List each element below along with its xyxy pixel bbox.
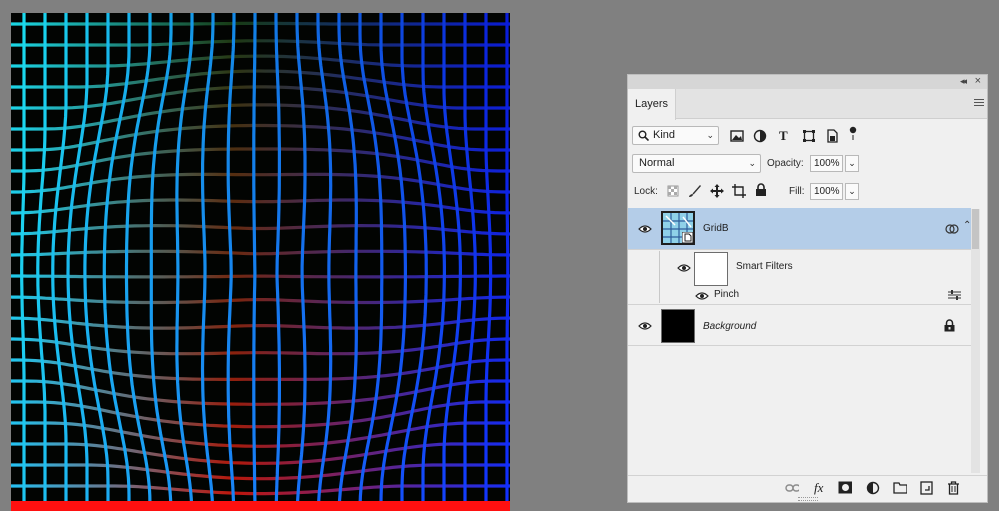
layer-lock-icon [944, 319, 955, 332]
smart-filter-options-icon[interactable] [945, 222, 959, 236]
smart-filters-visibility-eye-icon[interactable] [677, 263, 691, 273]
pixel-filter-icon[interactable] [730, 129, 744, 143]
smart-filter-mask-thumbnail[interactable] [694, 252, 728, 286]
layer-name-gridb[interactable]: GridB [703, 223, 729, 234]
fill-chevron-icon[interactable]: ⌄ [845, 183, 859, 200]
adjustment-layer-icon[interactable] [866, 481, 880, 495]
layers-panel: ◂◂ × Layers Kind ⌄ T Normal ⌄ Opacity: 1… [627, 74, 988, 503]
visibility-eye-icon[interactable] [638, 224, 652, 234]
layer-row-smart-filters[interactable]: Smart Filters Pinch [628, 251, 971, 303]
lock-artboard-icon[interactable] [732, 184, 746, 198]
new-group-icon[interactable] [893, 481, 907, 495]
filter-row: Kind ⌄ T [628, 125, 987, 147]
document-canvas[interactable] [11, 13, 510, 511]
delete-icon[interactable] [947, 481, 961, 495]
lock-row: Lock: Fill: 100% ⌄ [628, 181, 987, 203]
layer-thumbnail-background [661, 309, 695, 343]
filter-name-pinch[interactable]: Pinch [714, 289, 739, 300]
indent-guide [659, 251, 660, 303]
panel-menu-icon[interactable] [974, 99, 984, 108]
blend-mode-dropdown[interactable]: Normal ⌄ [632, 154, 761, 173]
lock-position-icon[interactable] [710, 184, 724, 198]
search-icon [638, 130, 649, 141]
grid-bottom-band [11, 501, 510, 511]
panel-resize-grip[interactable] [798, 497, 818, 501]
filter-blending-options-icon[interactable] [948, 289, 962, 303]
scrollbar-thumb[interactable] [972, 209, 979, 249]
layers-scrollbar[interactable] [971, 209, 980, 473]
shape-filter-icon[interactable] [802, 129, 816, 143]
background-visibility-eye-icon[interactable] [638, 321, 652, 331]
tab-layers[interactable]: Layers [628, 89, 676, 120]
lock-all-icon[interactable] [755, 183, 769, 197]
blend-row: Normal ⌄ Opacity: 100% ⌄ [628, 153, 987, 175]
lock-label: Lock: [634, 186, 658, 197]
smart-object-badge-icon [682, 232, 693, 243]
layer-row-gridb[interactable]: GridB ⌃ [628, 208, 971, 250]
layer-name-background[interactable]: Background [703, 321, 756, 332]
grid-vertical-line [252, 13, 257, 511]
opacity-label: Opacity: [767, 158, 804, 169]
layer-row-background[interactable]: Background [628, 304, 971, 346]
lock-transparent-pixels-icon[interactable] [667, 185, 681, 199]
add-mask-icon[interactable] [838, 481, 852, 495]
collapse-panel-icon[interactable]: ◂◂ [960, 76, 967, 87]
filter-kind-label: Kind [653, 129, 676, 141]
panel-tab-row: Layers [628, 89, 987, 120]
opacity-chevron-icon[interactable]: ⌄ [845, 155, 859, 172]
filter-kind-dropdown[interactable]: Kind ⌄ [632, 126, 719, 145]
fill-label: Fill: [789, 186, 805, 197]
adjustment-filter-icon[interactable] [753, 129, 767, 143]
smart-filters-label: Smart Filters [736, 261, 793, 272]
filter-toggle-icon[interactable] [847, 126, 861, 140]
lock-image-pixels-icon[interactable] [688, 184, 702, 198]
panel-title-bar[interactable]: ◂◂ × [628, 75, 987, 89]
chevron-down-icon: ⌄ [748, 158, 756, 168]
layers-footer: fx [628, 475, 987, 502]
chevron-down-icon: ⌄ [706, 130, 714, 140]
layer-thumbnail-gridb [661, 211, 695, 245]
blend-mode-value: Normal [639, 157, 675, 169]
close-panel-icon[interactable]: × [975, 75, 981, 87]
opacity-input[interactable]: 100% [810, 155, 843, 172]
type-filter-icon[interactable]: T [779, 128, 793, 143]
smart-object-filter-icon[interactable] [825, 129, 839, 143]
grid-vertical-line [505, 13, 510, 511]
link-layers-icon[interactable] [785, 481, 799, 495]
fx-icon[interactable]: fx [814, 480, 828, 495]
new-layer-icon[interactable] [920, 481, 934, 495]
pinch-visibility-eye-icon[interactable] [695, 291, 709, 301]
pinch-grid-image [11, 13, 510, 511]
fill-input[interactable]: 100% [810, 183, 843, 200]
